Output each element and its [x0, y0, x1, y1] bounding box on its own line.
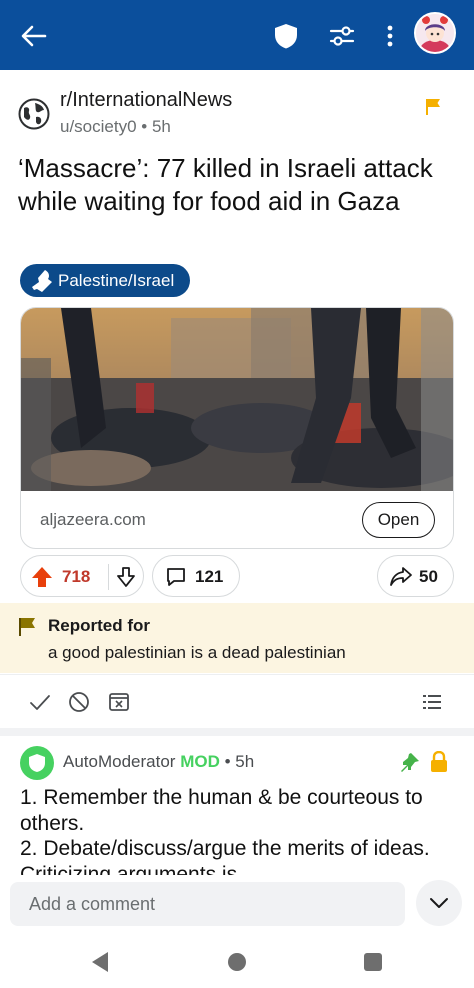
comment-bubble-icon	[165, 566, 187, 588]
post-author[interactable]: u/society0	[60, 117, 137, 136]
comment-header: AutoModerator MOD • 5h	[63, 752, 254, 772]
map-flair-icon	[29, 268, 55, 294]
comment-rule-1: 1. Remember the human & be courteous to …	[20, 786, 423, 835]
open-link-button[interactable]: Open	[362, 502, 435, 538]
shield-icon[interactable]	[272, 22, 300, 50]
automoderator-avatar[interactable]	[20, 746, 54, 780]
comment-age: 5h	[235, 752, 255, 771]
link-preview-card[interactable]: aljazeera.com Open	[20, 307, 454, 549]
upvote-arrow-icon[interactable]	[31, 566, 53, 588]
top-app-bar	[0, 0, 474, 70]
share-button[interactable]: 50	[377, 555, 454, 597]
comment-rule-2: 2. Debate/discuss/argue the merits of id…	[20, 837, 430, 875]
user-avatar[interactable]	[414, 12, 456, 54]
downvote-arrow-icon[interactable]	[115, 566, 137, 588]
mod-actions-list-icon[interactable]	[421, 691, 443, 713]
approve-check-icon[interactable]	[29, 691, 51, 713]
flag-icon[interactable]	[425, 98, 441, 116]
report-title: Reported for	[48, 616, 150, 635]
pin-icon	[400, 752, 420, 774]
comment-body[interactable]: 1. Remember the human & be courteous to …	[20, 785, 460, 875]
chevron-down-icon	[430, 898, 448, 908]
expand-composer-button[interactable]	[416, 880, 462, 926]
nav-back-icon[interactable]	[90, 950, 110, 974]
add-comment-input[interactable]: Add a comment	[10, 882, 405, 926]
post-title[interactable]: ‘Massacre’: 77 killed in Israeli attack …	[18, 152, 458, 218]
post-age: 5h	[151, 117, 171, 136]
back-arrow-icon[interactable]	[18, 20, 50, 52]
share-count: 50	[419, 567, 438, 586]
comment-author[interactable]: AutoModerator	[63, 752, 175, 771]
post-flair[interactable]: Palestine/Israel	[20, 264, 191, 297]
link-domain[interactable]: aljazeera.com	[40, 510, 146, 530]
nav-home-icon[interactable]	[228, 953, 246, 971]
remove-ban-icon[interactable]	[68, 691, 90, 713]
meta-dot: •	[141, 117, 152, 136]
link-thumbnail-image[interactable]	[21, 308, 453, 491]
more-vertical-icon[interactable]	[378, 22, 402, 50]
subreddit-name[interactable]: r/InternationalNews	[60, 89, 232, 112]
spam-box-icon[interactable]	[108, 691, 130, 713]
post-meta: u/society0 • 5h	[60, 117, 171, 137]
mod-tools-bar	[0, 674, 474, 728]
report-notice[interactable]: Reported for a good palestinian is a dea…	[0, 603, 474, 673]
lock-icon	[430, 750, 448, 773]
comment-count: 121	[195, 567, 224, 586]
mod-badge: MOD	[180, 752, 220, 771]
report-flag-icon	[18, 617, 36, 637]
comments-button[interactable]: 121	[152, 555, 240, 597]
report-reason: a good palestinian is a dead palestinian	[48, 643, 346, 662]
share-arrow-icon	[389, 566, 413, 588]
sliders-icon[interactable]	[328, 22, 356, 50]
nav-recents-icon[interactable]	[364, 953, 382, 971]
comment-meta-dot: •	[224, 752, 236, 771]
flair-label: Palestine/Israel	[58, 271, 175, 290]
vote-divider	[108, 564, 109, 590]
section-divider	[0, 728, 474, 736]
globe-icon[interactable]	[18, 98, 50, 130]
vote-control: 718	[20, 555, 144, 597]
vote-score: 718	[62, 567, 91, 586]
